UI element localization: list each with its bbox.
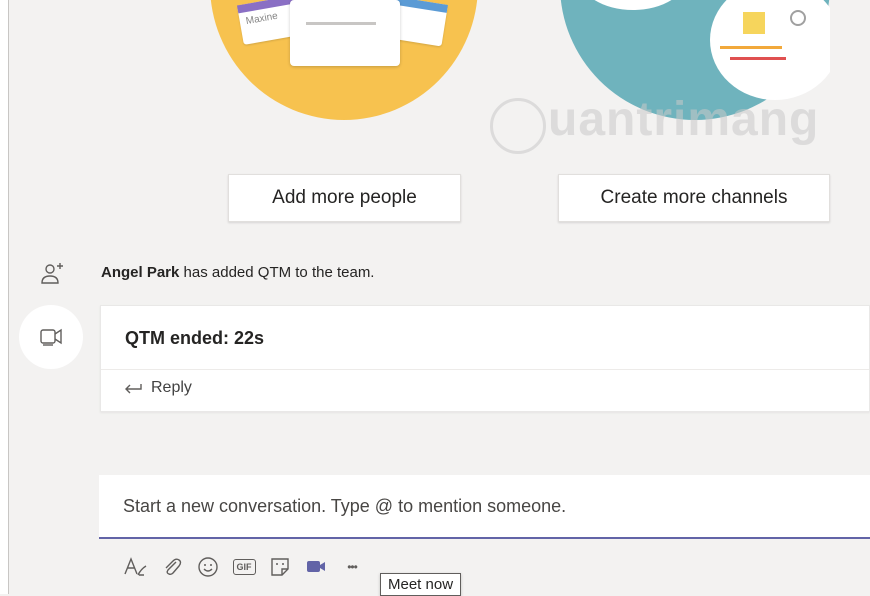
- meet-now-icon[interactable]: [298, 552, 334, 582]
- activity-message: Angel Park has added QTM to the team.: [101, 264, 374, 281]
- gif-label: GIF: [232, 559, 256, 575]
- orange-line: [720, 46, 782, 49]
- profile-card-center: [290, 0, 400, 66]
- meeting-avatar: [19, 305, 83, 369]
- watermark-text: uantrimang: [548, 93, 820, 146]
- emoji-icon[interactable]: [190, 552, 226, 582]
- video-camera-icon: [40, 328, 62, 346]
- reply-label: Reply: [151, 379, 192, 396]
- left-panel-edge: [0, 0, 9, 594]
- attach-icon[interactable]: [154, 552, 190, 582]
- compose-box: [99, 475, 870, 539]
- add-more-people-button[interactable]: Add more people: [228, 174, 461, 222]
- create-more-channels-button[interactable]: Create more channels: [558, 174, 830, 222]
- activity-user[interactable]: Angel Park: [101, 264, 179, 281]
- scissors-icon: [790, 10, 806, 26]
- more-options-label: •••: [347, 560, 358, 574]
- gif-icon[interactable]: GIF: [226, 552, 262, 582]
- red-line: [730, 57, 786, 60]
- watermark-logo: [490, 98, 546, 154]
- new-conversation-input[interactable]: [99, 475, 870, 537]
- reply-arrow-icon: [125, 384, 142, 394]
- add-person-icon: [38, 260, 66, 288]
- team-illustration-people: Maxine ky: [210, 0, 478, 122]
- compose-toolbar: GIF •••: [118, 552, 370, 582]
- reply-button[interactable]: Reply: [123, 379, 192, 397]
- activity-text: has added QTM to the team.: [179, 264, 375, 281]
- format-icon[interactable]: [118, 552, 154, 582]
- sticky-note: [743, 12, 765, 34]
- sticker-icon[interactable]: [262, 552, 298, 582]
- more-options-icon[interactable]: •••: [334, 552, 370, 582]
- card-divider: [101, 369, 869, 370]
- meeting-card: QTM ended: 22s Reply: [100, 305, 870, 412]
- meeting-title: QTM ended: 22s: [125, 328, 265, 348]
- card-name-maxine: Maxine: [244, 10, 279, 28]
- meet-now-tooltip: Meet now: [380, 573, 462, 596]
